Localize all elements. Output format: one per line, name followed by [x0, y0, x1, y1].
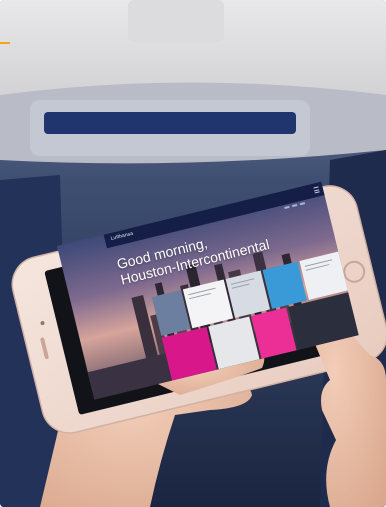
menu-icon	[313, 186, 320, 194]
photo-frame: Lufthansa Good morning, Houston-Intercon…	[0, 0, 386, 507]
brand-logo-text: Lufthansa	[110, 230, 134, 242]
tile-article-light[interactable]	[182, 279, 234, 329]
reading-light-panel	[44, 112, 296, 134]
ceiling-vent	[128, 0, 224, 42]
accent-line	[0, 42, 10, 44]
nav-links	[282, 189, 312, 210]
